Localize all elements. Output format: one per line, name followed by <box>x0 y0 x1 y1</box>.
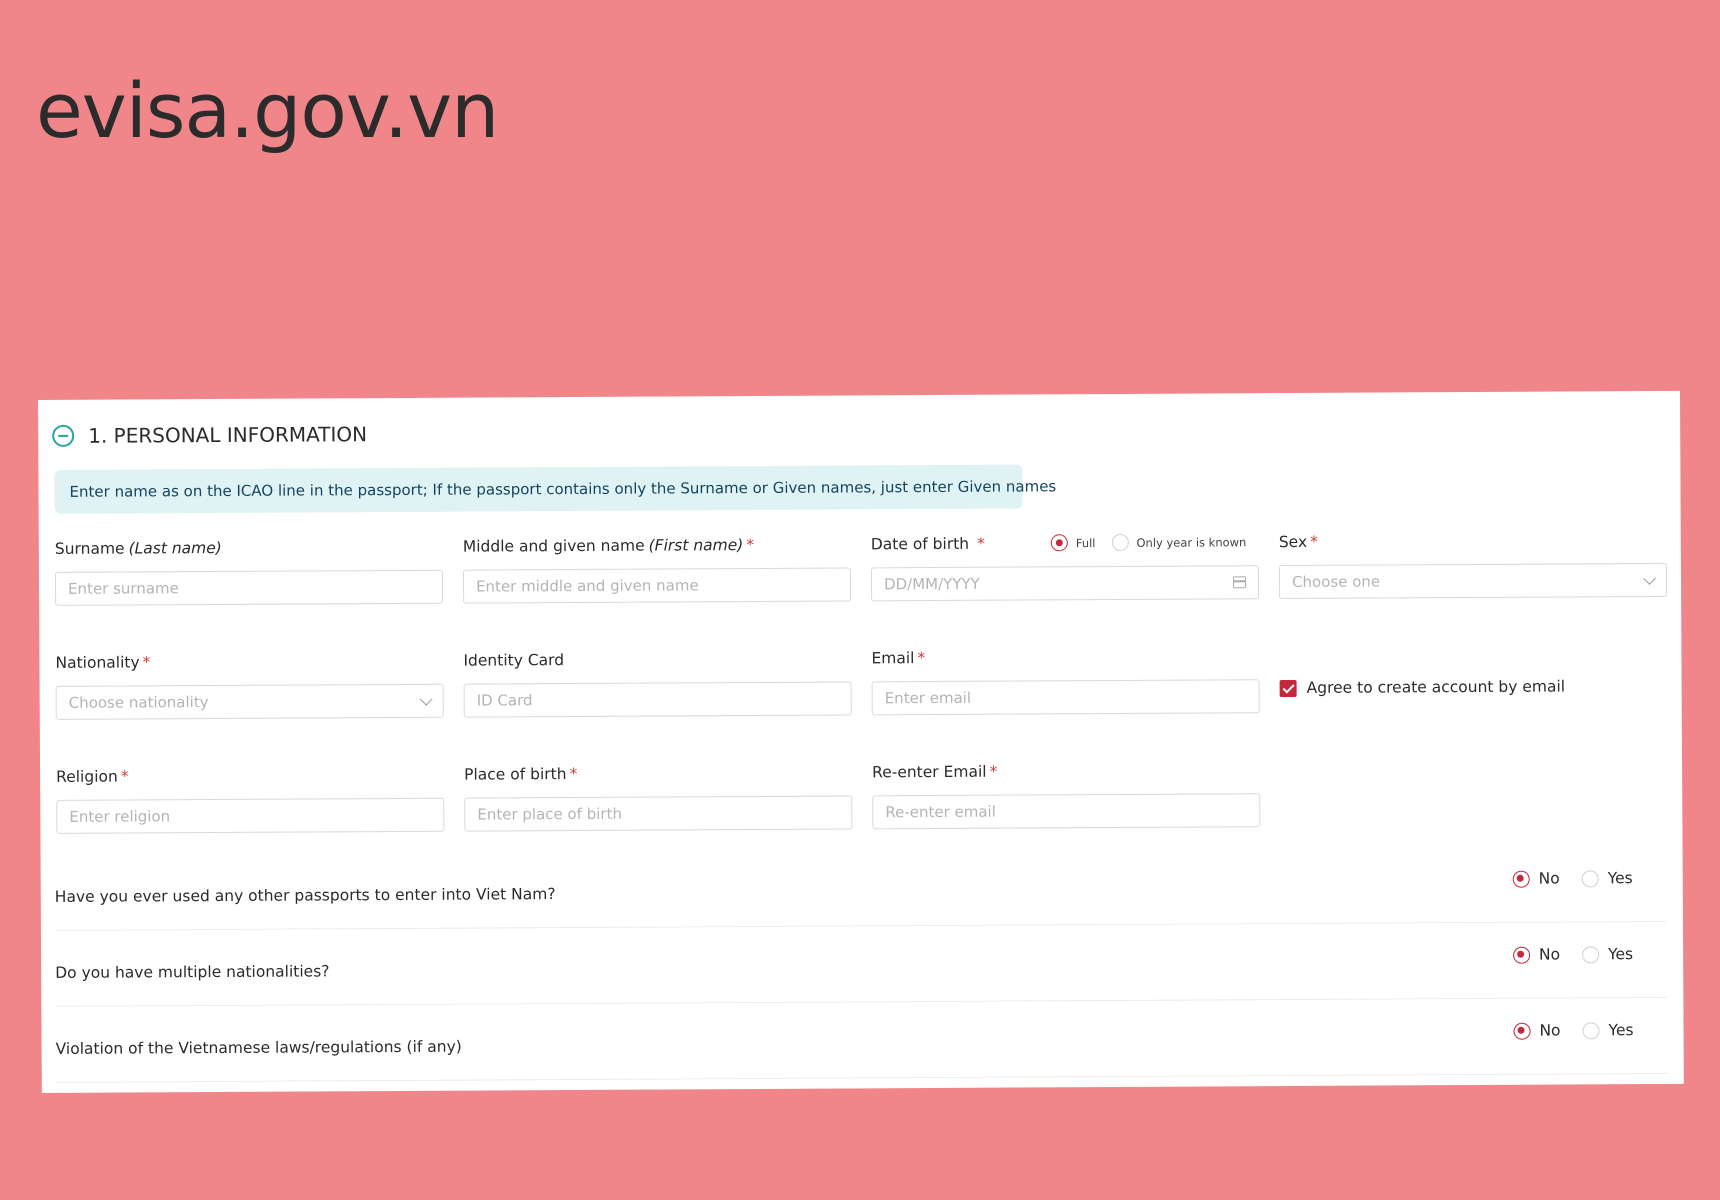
given-name-label: Middle and given name (First name) * <box>462 536 755 556</box>
chevron-down-icon <box>1643 571 1656 585</box>
question-multiple-nationalities: Do you have multiple nationalities? No Y… <box>54 926 1668 1007</box>
no-radio[interactable] <box>1513 1022 1531 1040</box>
question-text: Do you have multiple nationalities? <box>55 962 330 982</box>
no-label: No <box>1539 1021 1561 1040</box>
identity-card-label: Identity Card <box>463 651 565 670</box>
reenter-email-input[interactable]: Re-enter email <box>872 793 1261 830</box>
surname-label: Surname (Last name) <box>54 538 222 558</box>
question-other-passports: Have you ever used any other passports t… <box>54 850 1667 931</box>
reenter-email-label: Re-enter Email * <box>872 762 998 782</box>
site-title: evisa.gov.vn <box>36 66 499 155</box>
dob-year-only-radio[interactable] <box>1111 533 1129 552</box>
question-text: Violation of the Vietnamese laws/regulat… <box>55 1037 462 1058</box>
sex-select[interactable]: Choose one <box>1278 562 1668 600</box>
email-label: Email * <box>871 649 926 668</box>
sex-label: Sex * <box>1278 532 1318 552</box>
religion-label: Religion * <box>56 767 129 786</box>
dob-year-only-label: Only year is known <box>1136 534 1247 550</box>
religion-input[interactable]: Enter religion <box>56 797 445 834</box>
given-name-field: Middle and given name (First name) * Enter… <box>462 533 852 604</box>
place-of-birth-label: Place of birth * <box>464 764 578 784</box>
name-notice: Enter name as on the ICAO line in the pa… <box>54 464 1056 514</box>
section-header[interactable]: 1. PERSONAL INFORMATION <box>52 422 367 448</box>
no-radio[interactable] <box>1512 946 1531 964</box>
nationality-select[interactable]: Choose nationality <box>55 683 444 720</box>
dob-input[interactable]: DD/MM/YYYY <box>870 565 1260 602</box>
dob-options: Full Only year is known <box>1050 533 1263 552</box>
yes-label: Yes <box>1607 869 1633 888</box>
dob-full-radio[interactable] <box>1050 534 1068 552</box>
given-name-input[interactable]: Enter middle and given name <box>462 567 852 604</box>
collapse-minus-icon[interactable] <box>52 424 75 447</box>
agree-label: Agree to create account by email <box>1306 677 1566 697</box>
no-label: No <box>1538 945 1561 964</box>
calendar-icon[interactable] <box>1233 576 1247 589</box>
no-radio[interactable] <box>1512 870 1530 888</box>
yes-radio[interactable] <box>1582 1021 1600 1039</box>
email-input[interactable]: Enter email <box>871 679 1260 716</box>
personal-information-card: 1. PERSONAL INFORMATION Enter name as on… <box>38 390 1684 1093</box>
agree-create-account[interactable]: Agree to create account by email <box>1279 677 1566 697</box>
question-options: No Yes <box>1512 869 1633 888</box>
identity-card-input[interactable]: ID Card <box>463 681 852 718</box>
yes-label: Yes <box>1608 945 1634 964</box>
dob-field: Date of birth * Full Only year is known D… <box>870 531 1260 602</box>
sex-field: Sex * Choose one <box>1278 529 1668 600</box>
no-label: No <box>1538 869 1560 888</box>
nationality-label: Nationality * <box>55 653 151 672</box>
surname-input[interactable]: Enter surname <box>54 569 444 606</box>
dob-full-label: Full <box>1075 535 1096 550</box>
question-law-violation: Violation of the Vietnamese laws/regulat… <box>55 1002 1668 1083</box>
agree-checkbox[interactable] <box>1279 679 1297 697</box>
nationality-field: Nationality * Choose nationality <box>55 650 444 720</box>
email-field: Email * Enter email <box>871 645 1260 716</box>
yes-radio[interactable] <box>1581 869 1599 887</box>
place-of-birth-field: Place of birth * Enter place of birth <box>464 761 853 832</box>
religion-field: Religion * Enter religion <box>56 764 445 834</box>
surname-field: Surname (Last name) Enter surname <box>54 536 444 606</box>
question-text: Have you ever used any other passports t… <box>54 885 556 906</box>
reenter-email-field: Re-enter Email * Re-enter email <box>872 759 1261 830</box>
identity-card-field: Identity Card ID Card <box>463 647 852 718</box>
place-of-birth-input[interactable]: Enter place of birth <box>464 795 853 832</box>
yes-radio[interactable] <box>1582 945 1600 963</box>
question-options: No Yes <box>1513 1021 1634 1040</box>
yes-label: Yes <box>1608 1021 1634 1040</box>
question-options: No Yes <box>1512 945 1634 964</box>
chevron-down-icon <box>419 692 433 706</box>
section-title: 1. PERSONAL INFORMATION <box>88 422 368 448</box>
